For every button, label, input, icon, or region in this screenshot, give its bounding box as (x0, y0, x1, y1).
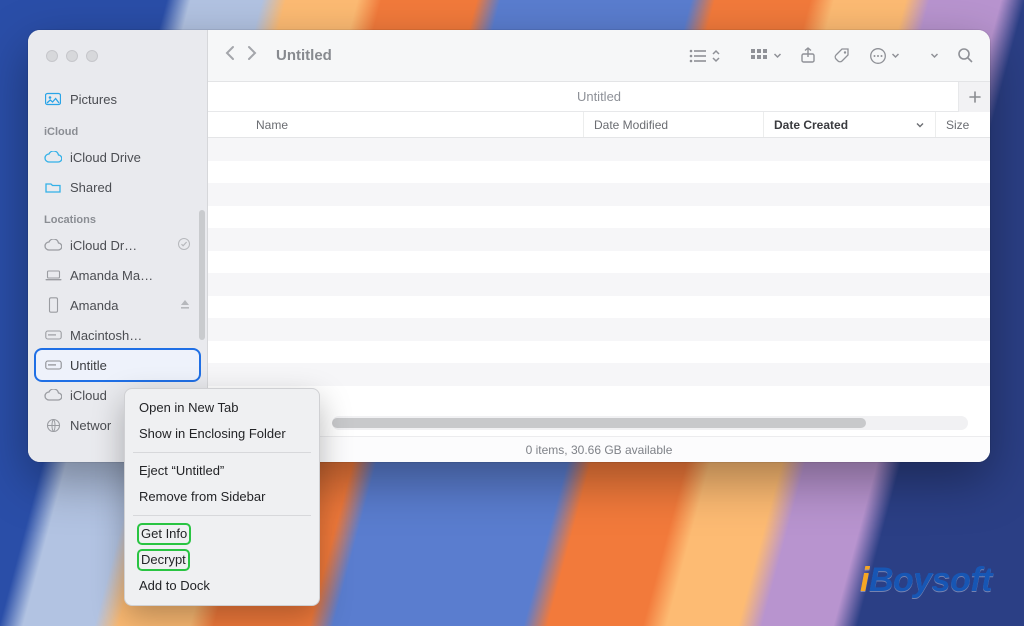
globe-icon (44, 418, 62, 433)
sidebar-item-label: iCloud Drive (70, 150, 141, 165)
content-pane: Untitled (208, 30, 990, 462)
cloud-outline-icon (44, 239, 62, 251)
sidebar-item-shared[interactable]: Shared (36, 172, 199, 202)
chevron-down-icon (930, 49, 939, 63)
view-mode-button[interactable] (683, 45, 727, 67)
close-traffic-light[interactable] (46, 50, 58, 62)
search-icon (957, 47, 974, 64)
desktop-background: Pictures iCloud iCloud Drive Sh (0, 0, 1024, 626)
sidebar-item-label: Pictures (70, 92, 117, 107)
sidebar-item-macintosh[interactable]: Macintosh… (36, 320, 199, 350)
column-size[interactable]: Size (936, 112, 990, 137)
eject-icon[interactable] (179, 298, 191, 313)
plus-icon (968, 90, 982, 104)
window-controls (28, 30, 207, 82)
grid-group-icon (751, 49, 769, 63)
back-button[interactable] (224, 44, 237, 67)
sidebar-item-label: iCloud Dr… (70, 238, 137, 253)
group-by-button[interactable] (745, 45, 788, 67)
sidebar-item-label: Untitle (70, 358, 107, 373)
shared-folder-icon (44, 181, 62, 193)
more-actions-button[interactable] (863, 43, 906, 69)
scrollbar-thumb[interactable] (332, 418, 866, 428)
ellipsis-circle-icon (869, 47, 887, 65)
share-icon (800, 47, 816, 64)
sidebar-item-amanda[interactable]: Amanda (36, 290, 199, 320)
chevron-down-icon (891, 49, 900, 63)
new-folder-button[interactable] (958, 82, 990, 112)
menu-decrypt[interactable]: Decrypt (125, 547, 319, 573)
internal-disk-icon (44, 330, 62, 340)
menu-label: Get Info (139, 525, 189, 543)
updown-chevron-icon (711, 49, 721, 63)
sidebar-item-label: Amanda Ma… (70, 268, 153, 283)
sidebar-item-untitled[interactable]: Untitle (36, 350, 199, 380)
sidebar-item-icloud-dr[interactable]: iCloud Dr… (36, 230, 199, 260)
menu-get-info[interactable]: Get Info (125, 521, 319, 547)
path-label: Untitled (218, 89, 980, 104)
sidebar-item-amanda-ma[interactable]: Amanda Ma… (36, 260, 199, 290)
sidebar-item-pictures[interactable]: Pictures (36, 84, 199, 114)
column-header: Name Date Modified Date Created Size (208, 112, 990, 138)
search-button[interactable] (951, 43, 980, 68)
column-date-modified[interactable]: Date Modified (584, 112, 764, 137)
pictures-icon (44, 92, 62, 106)
overflow-button[interactable] (924, 45, 945, 67)
minimize-traffic-light[interactable] (66, 50, 78, 62)
column-label: Date Created (774, 118, 848, 132)
external-disk-icon (44, 360, 62, 370)
sidebar-item-label: iCloud (70, 388, 107, 403)
menu-separator (133, 515, 311, 516)
tags-button[interactable] (828, 43, 857, 68)
zoom-traffic-light[interactable] (86, 50, 98, 62)
watermark-logo: iiBoysoftBoysoft (860, 561, 992, 600)
window-title: Untitled (276, 47, 332, 64)
menu-separator (133, 452, 311, 453)
path-bar: Untitled (208, 82, 990, 112)
sort-desc-chevron-icon (915, 120, 925, 130)
file-list (208, 138, 990, 436)
menu-show-enclosing-folder[interactable]: Show in Enclosing Folder (125, 421, 319, 447)
toolbar: Untitled (208, 30, 990, 82)
sidebar-header-locations: Locations (36, 210, 199, 230)
column-date-created[interactable]: Date Created (764, 112, 936, 137)
context-menu: Open in New Tab Show in Enclosing Folder… (124, 388, 320, 606)
status-bar: 0 items, 30.66 GB available (208, 436, 990, 462)
sidebar-item-label: Amanda (70, 298, 118, 313)
list-view-icon (689, 49, 707, 63)
laptop-icon (44, 270, 62, 281)
menu-add-to-dock[interactable]: Add to Dock (125, 573, 319, 599)
menu-remove-from-sidebar[interactable]: Remove from Sidebar (125, 484, 319, 510)
sync-check-icon (177, 237, 191, 254)
tag-icon (834, 47, 851, 64)
menu-label: Decrypt (139, 551, 188, 569)
column-name[interactable]: Name (208, 112, 584, 137)
sidebar-item-icloud-drive[interactable]: iCloud Drive (36, 142, 199, 172)
chevron-down-icon (773, 49, 782, 63)
sidebar-item-label: Networ (70, 418, 111, 433)
phone-icon (44, 297, 62, 313)
cloud-icon (44, 151, 62, 163)
horizontal-scrollbar[interactable] (332, 416, 968, 430)
sidebar-header-icloud: iCloud (36, 122, 199, 142)
sidebar-group-icloud: iCloud iCloud Drive Shared (36, 122, 199, 202)
sidebar-scrollbar[interactable] (199, 210, 205, 340)
forward-button[interactable] (245, 44, 258, 67)
share-button[interactable] (794, 43, 822, 68)
menu-open-new-tab[interactable]: Open in New Tab (125, 395, 319, 421)
sidebar-item-label: Shared (70, 180, 112, 195)
menu-eject-untitled[interactable]: Eject “Untitled” (125, 458, 319, 484)
sidebar-item-label: Macintosh… (70, 328, 142, 343)
cloud-outline-icon (44, 389, 62, 401)
nav-arrows (218, 44, 264, 67)
